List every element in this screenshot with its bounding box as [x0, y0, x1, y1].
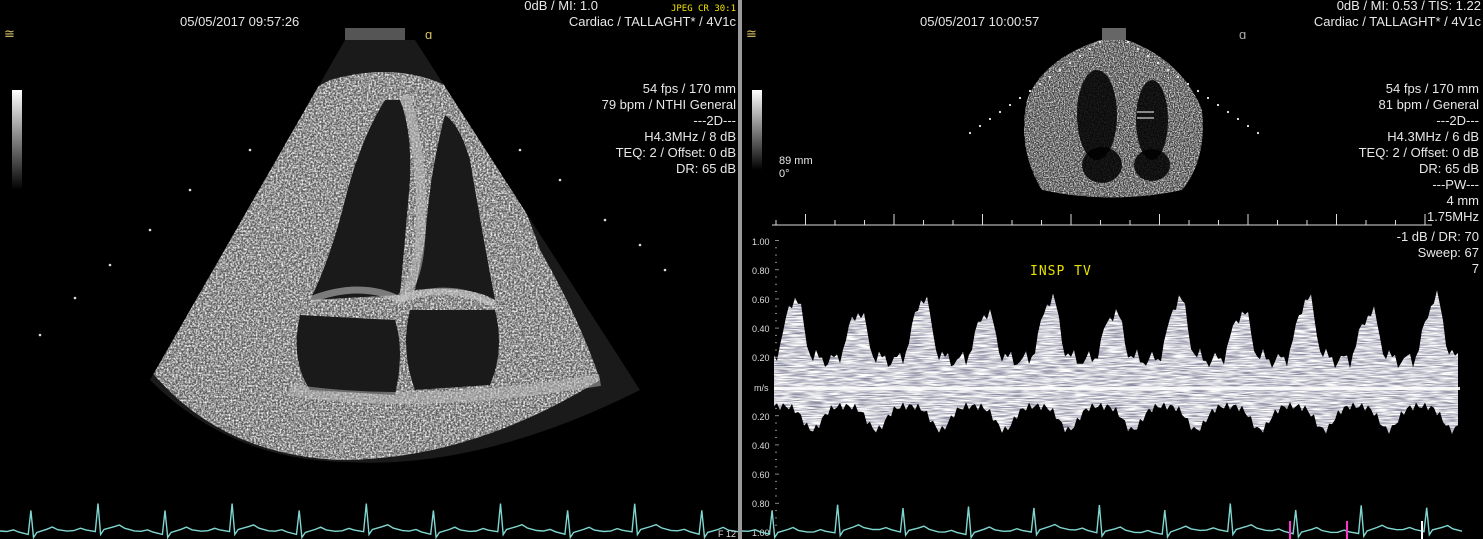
time-tick-ruler — [772, 214, 1432, 226]
velocity-scale-label: 0.40 — [752, 324, 770, 334]
right-reference-2d-image — [968, 28, 1260, 198]
left-2d-panel: ≅ 05/05/2017 09:57:26 0dB / MI: 1.0 JPEG… — [0, 0, 738, 539]
velocity-scale-label: 0.80 — [752, 266, 770, 276]
doppler-annotation: INSP TV — [1030, 264, 1092, 279]
doppler-baseline — [774, 387, 1460, 390]
doppler-spectrum — [774, 240, 1460, 526]
velocity-scale-label: 0.40 — [752, 441, 770, 451]
velocity-unit: m/s — [754, 383, 769, 393]
left-ecg-trace — [0, 503, 738, 539]
velocity-scale-label: 1.00 — [752, 237, 770, 247]
velocity-scale-label: 0.60 — [752, 295, 770, 305]
left-bottom-tag: F 12 — [717, 529, 736, 539]
velocity-scale-label: 0.60 — [752, 470, 770, 480]
right-ecg-trace — [742, 503, 1463, 539]
left-echo-image — [38, 28, 667, 463]
velocity-scale-label: 0.20 — [752, 353, 770, 363]
velocity-scale-label: 0.20 — [752, 412, 770, 422]
right-doppler-panel: ≅ 05/05/2017 10:00:57 0dB / MI: 0.53 / T… — [742, 0, 1483, 539]
